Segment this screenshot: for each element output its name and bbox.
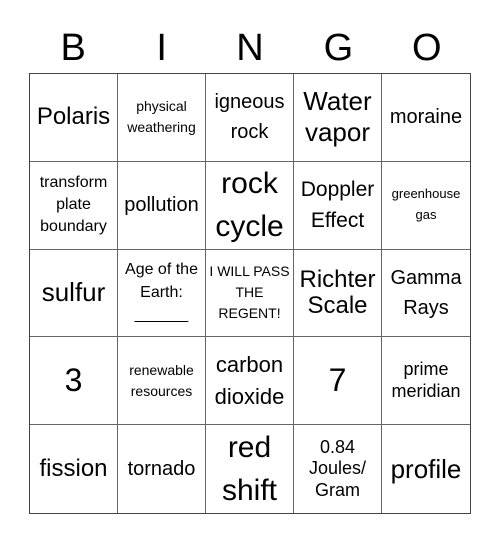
cell-text: Gamma Rays [390,266,462,319]
cell-text: I WILL PASS THE REGENT! [209,263,290,322]
cell-text: 3 [64,362,83,399]
bingo-cell[interactable]: red shift [206,425,294,513]
bingo-cell[interactable]: Age of the Earth: ______ [118,249,206,338]
cell-text: renewable resources [129,361,194,399]
cell-text: transform plate boundary [39,173,108,236]
bingo-header: B I N G O [29,24,471,72]
cell-text: tornado [127,458,196,481]
bingo-cell[interactable]: tornado [118,425,206,513]
bingo-cell[interactable]: 7 [294,337,382,426]
header-letter-g: G [323,27,354,69]
cell-text: Water vapor [303,86,372,148]
bingo-cell[interactable]: igneous rock [206,74,294,162]
cell-text: Doppler Effect [300,177,375,233]
bingo-cell[interactable]: sulfur [30,249,118,338]
bingo-cell[interactable]: prime meridian [382,337,470,426]
bingo-cell[interactable]: Polaris [30,74,118,162]
cell-text: sulfur [41,277,106,308]
bingo-cell[interactable]: Richter Scale [294,249,382,338]
cell-text: rock cycle [215,166,284,244]
bingo-cell[interactable]: Doppler Effect [294,161,382,250]
header-letter-o: O [412,27,442,69]
bingo-cell[interactable]: pollution [118,161,206,250]
cell-text: red shift [221,430,278,508]
bingo-cell[interactable]: moraine [382,74,470,162]
bingo-cell[interactable]: Gamma Rays [382,250,470,338]
bingo-cell[interactable]: I WILL PASS THE REGENT! [206,249,294,338]
bingo-cell[interactable]: Water vapor [294,74,382,162]
bingo-cell[interactable]: rock cycle [206,161,294,250]
cell-text: profile [390,453,462,484]
cell-text: Polaris [36,103,111,131]
bingo-cell[interactable]: renewable resources [118,337,206,426]
cell-text: Age of the Earth: ______ [125,261,198,324]
cell-text: physical weathering [127,98,196,136]
bingo-cell[interactable]: 0.84 Joules/ Gram [294,425,382,513]
header-letter-b: B [60,27,86,69]
bingo-grid: Polaris physical weathering igneous rock Wa… [29,73,471,514]
cell-text: fission [39,454,108,482]
cell-text: moraine [389,106,463,129]
header-letter-n: N [236,27,264,69]
bingo-cell[interactable]: fission [30,425,118,513]
bingo-cell[interactable]: greenhouse gas [382,162,470,250]
bingo-cell[interactable]: transform plate boundary [30,161,118,250]
bingo-cell[interactable]: carbon dioxide [206,337,294,426]
header-letter-i: I [156,27,167,69]
cell-text: Richter Scale [299,265,376,319]
bingo-cell[interactable]: physical weathering [118,74,206,162]
bingo-cell[interactable]: 3 [30,337,118,426]
cell-text: pollution [124,194,199,217]
bingo-cell[interactable]: profile [382,425,470,513]
cell-text: carbon dioxide [214,351,285,409]
cell-text: prime meridian [391,359,461,401]
cell-text: igneous rock [214,91,285,144]
cell-text: 7 [328,362,347,399]
cell-text: greenhouse gas [391,186,461,223]
cell-text: 0.84 Joules/ Gram [308,436,367,500]
